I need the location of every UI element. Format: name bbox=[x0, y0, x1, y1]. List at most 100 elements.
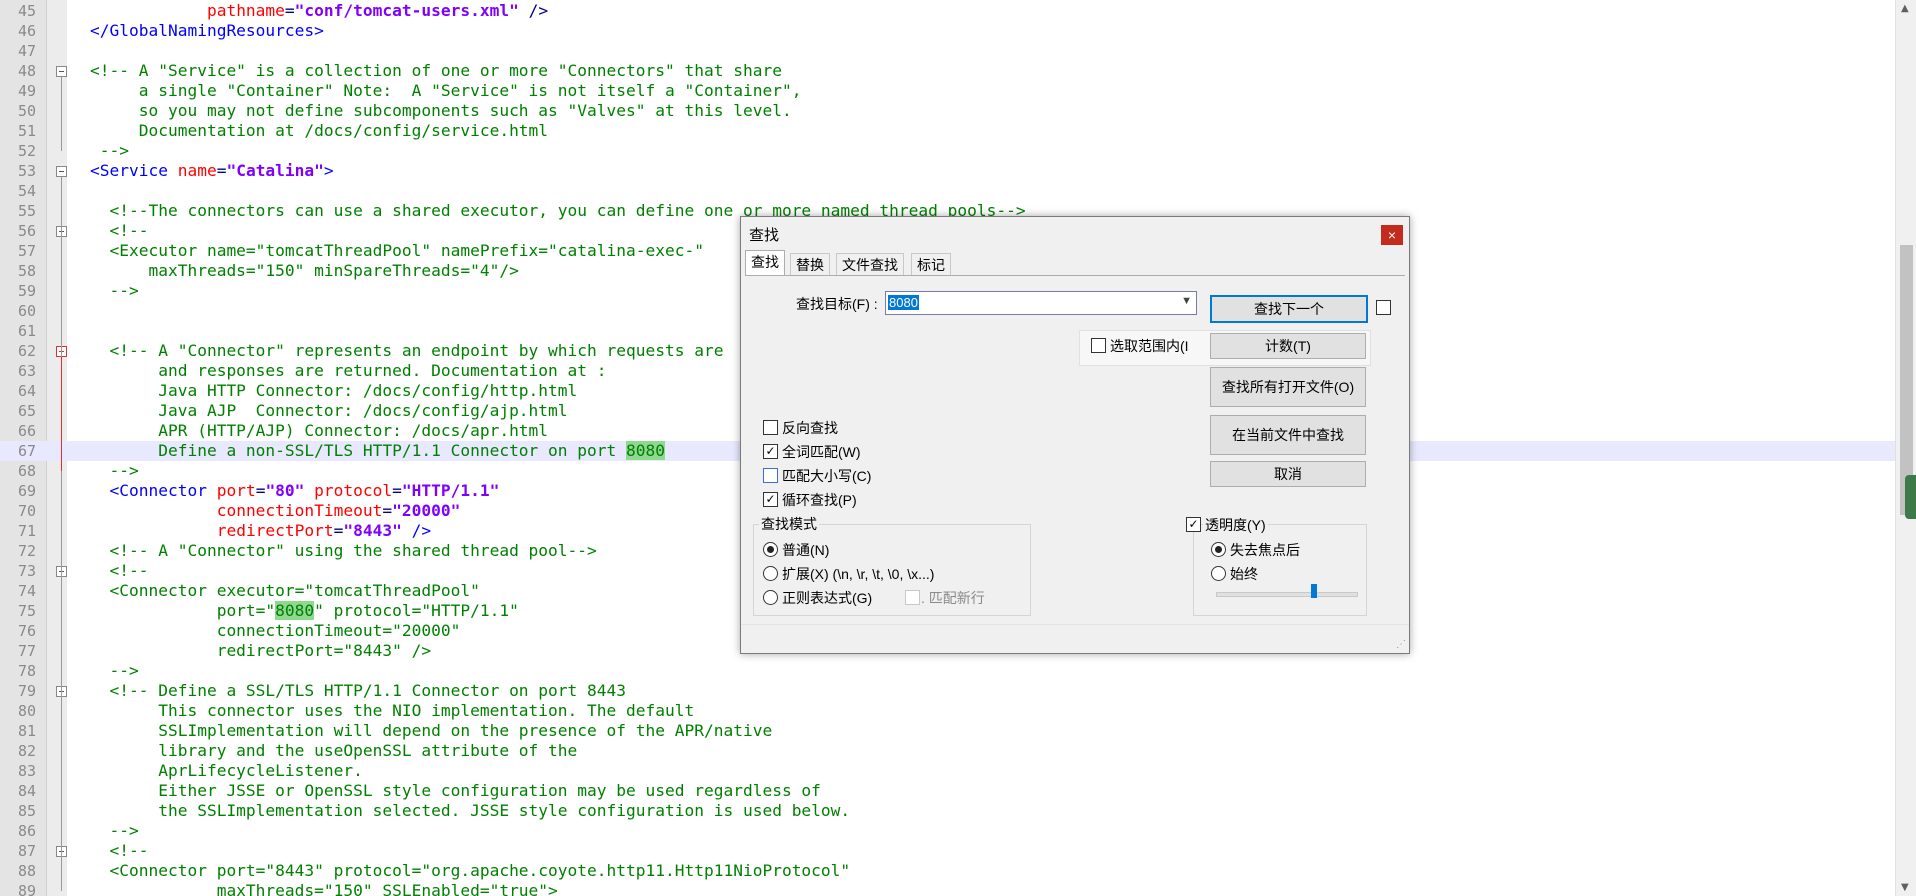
code-line[interactable]: 86 --> bbox=[0, 821, 1895, 841]
line-number: 73 bbox=[17, 562, 36, 580]
match-case-checkbox[interactable] bbox=[763, 468, 778, 483]
code-token: " protocol="HTTP/1.1" bbox=[314, 601, 519, 620]
code-line[interactable]: 45 pathname="conf/tomcat-users.xml" /> bbox=[0, 1, 1895, 21]
side-panel-tab[interactable] bbox=[1905, 475, 1916, 519]
on-lose-focus-radio[interactable] bbox=[1211, 542, 1226, 557]
find-dialog: 查找 × 查找 替换 文件查找 标记 查找目标(F) : 8080 ▼ 查找下一… bbox=[740, 216, 1410, 654]
line-code: pathname="conf/tomcat-users.xml" /> bbox=[90, 1, 548, 21]
code-line[interactable]: 54 bbox=[0, 181, 1895, 201]
line-number: 57 bbox=[17, 242, 36, 260]
code-line[interactable]: 79 <!-- Define a SSL/TLS HTTP/1.1 Connec… bbox=[0, 681, 1895, 701]
code-line[interactable]: 50 so you may not define subcomponents s… bbox=[0, 101, 1895, 121]
code-line[interactable]: 84 Either JSSE or OpenSSL style configur… bbox=[0, 781, 1895, 801]
find-next-button[interactable]: 查找下一个 bbox=[1210, 295, 1368, 323]
cancel-button[interactable]: 取消 bbox=[1210, 461, 1366, 487]
code-token: --> bbox=[90, 281, 139, 300]
code-token: = bbox=[382, 501, 393, 520]
find-target-combobox[interactable]: 8080 ▼ bbox=[885, 291, 1197, 315]
code-token: Documentation at /docs/config/service.ht… bbox=[90, 121, 549, 140]
mode-normal-radio[interactable] bbox=[763, 542, 778, 557]
code-line[interactable]: 83 AprLifecycleListener. bbox=[0, 761, 1895, 781]
line-number: 54 bbox=[17, 182, 36, 200]
close-icon[interactable]: × bbox=[1381, 225, 1403, 245]
code-line[interactable]: 48 <!-- A "Service" is a collection of on… bbox=[0, 61, 1895, 81]
code-token: protocol bbox=[314, 481, 393, 500]
mode-regex-label: 正则表达式(G) bbox=[782, 590, 873, 606]
line-number: 87 bbox=[17, 842, 36, 860]
find-next-option-checkbox[interactable] bbox=[1376, 300, 1391, 315]
fold-toggle-icon[interactable] bbox=[56, 166, 67, 177]
line-code: maxThreads="150" SSLEnabled="true"> bbox=[90, 881, 558, 896]
find-target-value[interactable]: 8080 bbox=[888, 295, 919, 310]
line-number: 74 bbox=[17, 582, 36, 600]
find-in-current-file-button[interactable]: 在当前文件中查找 bbox=[1210, 415, 1366, 455]
line-code: and responses are returned. Documentatio… bbox=[90, 361, 606, 381]
transparency-checkbox[interactable]: ✓ bbox=[1186, 517, 1201, 532]
count-button[interactable]: 计数(T) bbox=[1210, 333, 1366, 359]
mode-regex-radio[interactable] bbox=[763, 590, 778, 605]
vertical-scrollbar[interactable]: ▲ ▼ bbox=[1895, 0, 1916, 896]
code-token: "20000" bbox=[392, 501, 461, 520]
code-line[interactable]: 51 Documentation at /docs/config/service… bbox=[0, 121, 1895, 141]
resize-grip-icon[interactable]: ⋰ bbox=[1396, 639, 1406, 650]
line-number: 81 bbox=[17, 722, 36, 740]
match-newline-checkbox[interactable] bbox=[905, 590, 920, 605]
code-line[interactable]: 82 library and the useOpenSSL attribute … bbox=[0, 741, 1895, 761]
find-all-open-files-button[interactable]: 查找所有打开文件(O) bbox=[1210, 367, 1366, 407]
fold-guide bbox=[61, 357, 62, 471]
tab-replace[interactable]: 替换 bbox=[790, 253, 830, 276]
code-token: redirectPort="8443" /> bbox=[90, 641, 432, 660]
tab-mark[interactable]: 标记 bbox=[911, 253, 951, 276]
code-line[interactable]: 49 a single "Container" Note: A "Service… bbox=[0, 81, 1895, 101]
code-token: name bbox=[177, 161, 217, 180]
always-radio[interactable] bbox=[1211, 566, 1226, 581]
code-line[interactable]: 52 --> bbox=[0, 141, 1895, 161]
code-token: = bbox=[216, 161, 227, 180]
code-line[interactable]: 89 maxThreads="150" SSLEnabled="true"> bbox=[0, 881, 1895, 896]
code-line[interactable]: 87 <!-- bbox=[0, 841, 1895, 861]
fold-toggle-icon[interactable] bbox=[56, 66, 67, 77]
code-line[interactable]: 88 <Connector port="8443" protocol="org.… bbox=[0, 861, 1895, 881]
code-token: <!-- A "Connector" represents an endpoin… bbox=[90, 341, 724, 360]
code-token: <Connector port="8443" protocol="org.apa… bbox=[90, 861, 851, 880]
code-line[interactable]: 80 This connector uses the NIO implement… bbox=[0, 701, 1895, 721]
code-token: <Connector bbox=[90, 481, 217, 500]
code-token: <!-- A "Connector" using the shared thre… bbox=[90, 541, 597, 560]
backward-label: 反向查找 bbox=[782, 420, 838, 436]
code-line[interactable]: 53 <Service name="Catalina"> bbox=[0, 161, 1895, 181]
scroll-down-icon[interactable]: ▼ bbox=[1901, 882, 1909, 893]
transparency-slider[interactable] bbox=[1216, 592, 1358, 597]
mode-normal-label: 普通(N) bbox=[782, 542, 830, 558]
search-mode-title: 查找模式 bbox=[759, 514, 819, 534]
whole-word-checkbox[interactable]: ✓ bbox=[763, 444, 778, 459]
code-line[interactable]: 78 --> bbox=[0, 661, 1895, 681]
code-token: "HTTP/1.1" bbox=[401, 481, 500, 500]
transparency-slider-thumb[interactable] bbox=[1311, 584, 1317, 598]
code-token: port bbox=[216, 481, 256, 500]
line-code: <!-- Define a SSL/TLS HTTP/1.1 Connector… bbox=[90, 681, 626, 701]
mode-extended-radio[interactable] bbox=[763, 566, 778, 581]
code-token: --> bbox=[90, 141, 129, 160]
wrap-around-label: 循环查找(P) bbox=[782, 492, 857, 508]
line-number: 47 bbox=[17, 42, 36, 60]
tab-find[interactable]: 查找 bbox=[745, 250, 785, 276]
code-line[interactable]: 47 bbox=[0, 41, 1895, 61]
line-number: 83 bbox=[17, 762, 36, 780]
backward-checkbox[interactable] bbox=[763, 420, 778, 435]
line-code: AprLifecycleListener. bbox=[90, 761, 363, 781]
chevron-down-icon[interactable]: ▼ bbox=[1181, 295, 1192, 307]
code-line[interactable]: 85 the SSLImplementation selected. JSSE … bbox=[0, 801, 1895, 821]
code-token: = bbox=[255, 481, 266, 500]
code-line[interactable]: 46 </GlobalNamingResources> bbox=[0, 21, 1895, 41]
wrap-around-checkbox[interactable]: ✓ bbox=[763, 492, 778, 507]
in-selection-checkbox[interactable] bbox=[1091, 338, 1106, 353]
code-line[interactable]: 81 SSLImplementation will depend on the … bbox=[0, 721, 1895, 741]
code-token: "Catalina" bbox=[226, 161, 324, 180]
line-number: 60 bbox=[17, 302, 36, 320]
line-code: <!-- bbox=[90, 221, 148, 241]
line-code: --> bbox=[90, 661, 138, 681]
tab-find-in-files[interactable]: 文件查找 bbox=[836, 253, 904, 276]
scroll-up-icon[interactable]: ▲ bbox=[1901, 3, 1909, 14]
transparency-label: 透明度(Y) bbox=[1203, 515, 1268, 535]
